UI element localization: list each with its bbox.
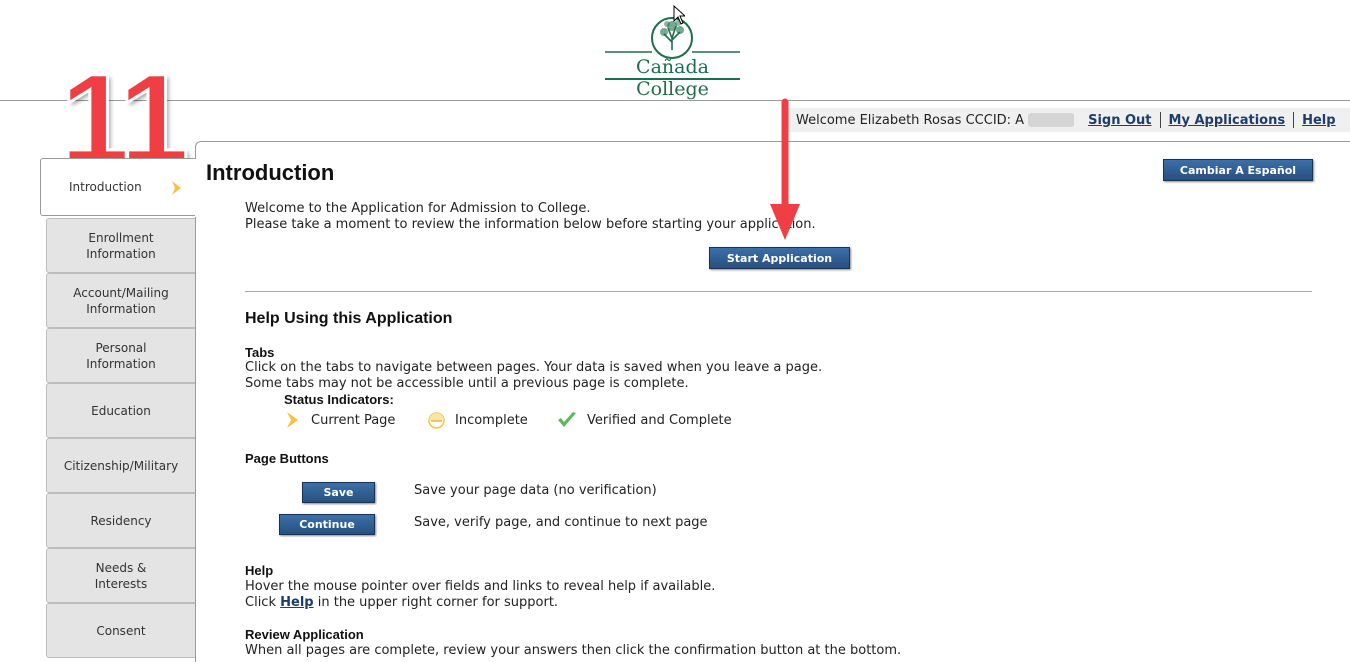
divider (1159, 112, 1161, 128)
logo-underline (605, 78, 740, 80)
active-tab-joint (195, 159, 197, 217)
start-application-button[interactable]: Start Application (709, 247, 850, 269)
indicator-current: Current Page (285, 410, 395, 430)
divider (1293, 112, 1295, 128)
tabs-line-1: Click on the tabs to navigate between pa… (245, 360, 823, 375)
help-line-2: Click Help in the upper right corner for… (245, 595, 558, 611)
indicator-current-label: Current Page (311, 412, 396, 428)
tab-label: Consent (96, 623, 146, 638)
welcome-line-2: Please take a moment to review the infor… (245, 217, 816, 232)
section-divider (245, 291, 1312, 292)
continue-description: Save, verify page, and continue to next … (414, 515, 708, 530)
help-heading: Help Using this Application (245, 310, 453, 327)
tab-label: Needs & Interests (94, 560, 148, 591)
tab-label: Citizenship/Military (63, 458, 179, 473)
spanish-button[interactable]: Cambiar A Español (1163, 159, 1313, 181)
tab-label: Residency (90, 513, 152, 528)
inline-help-link[interactable]: Help (280, 595, 313, 610)
redacted-id (1028, 113, 1075, 127)
site-header: Cañada College (0, 0, 1350, 101)
tabs-heading: Tabs (245, 345, 275, 360)
half-circle-icon (428, 411, 445, 429)
save-description: Save your page data (no verification) (414, 483, 657, 498)
indicator-verified: Verified and Complete (557, 410, 732, 430)
help-line-2-prefix: Click (245, 595, 276, 610)
tabs-line-2: Some tabs may not be accessible until a … (245, 376, 689, 391)
tab-label: Personal Information (86, 340, 156, 371)
my-applications-link[interactable]: My Applications (1169, 113, 1286, 128)
page-title: Introduction (206, 160, 335, 185)
user-toolbar: Welcome Elizabeth Rosas CCCID: A Sign Ou… (788, 108, 1350, 132)
page-buttons-heading: Page Buttons (245, 451, 329, 466)
tab-label: Enrollment Information (86, 230, 156, 261)
help-line-2-suffix: in the upper right corner for support. (317, 595, 559, 610)
mouse-cursor-icon (673, 5, 685, 25)
tab-residency[interactable]: Residency (46, 493, 196, 548)
tab-label: Account/Mailing Information (73, 285, 169, 316)
status-indicators-heading: Status Indicators: (284, 392, 394, 407)
tab-needs-interests[interactable]: Needs & Interests (46, 548, 196, 603)
help-section-heading: Help (245, 563, 274, 578)
tab-consent[interactable]: Consent (46, 603, 196, 658)
welcome-text: Welcome Elizabeth Rosas CCCID: A (796, 112, 1025, 128)
help-line-1: Hover the mouse pointer over fields and … (245, 579, 716, 594)
tab-introduction[interactable]: Introduction (40, 158, 196, 216)
tab-account-mailing-information[interactable]: Account/Mailing Information (46, 273, 196, 328)
tab-label: Education (91, 403, 151, 418)
sign-out-link[interactable]: Sign Out (1088, 113, 1151, 128)
chevron-right-icon (287, 412, 298, 428)
tab-personal-information[interactable]: Personal Information (46, 328, 196, 383)
save-button[interactable]: Save (302, 482, 375, 503)
review-line: When all pages are complete, review your… (245, 643, 902, 658)
indicator-verified-label: Verified and Complete (587, 412, 732, 428)
review-heading: Review Application (245, 627, 364, 642)
checkmark-icon (558, 412, 576, 427)
indicator-incomplete: Incomplete (428, 410, 528, 430)
annotation-arrow-icon (770, 98, 800, 240)
help-link[interactable]: Help (1302, 113, 1335, 128)
tab-citizenship-military[interactable]: Citizenship/Military (46, 438, 196, 493)
welcome-line-1: Welcome to the Application for Admission… (245, 201, 591, 216)
indicator-incomplete-label: Incomplete (455, 412, 528, 428)
current-page-chevron-icon (172, 181, 181, 195)
continue-button[interactable]: Continue (279, 514, 375, 535)
tab-label: Introduction (69, 180, 142, 194)
tab-enrollment-information[interactable]: Enrollment Information (46, 218, 196, 273)
tab-education[interactable]: Education (46, 383, 196, 438)
